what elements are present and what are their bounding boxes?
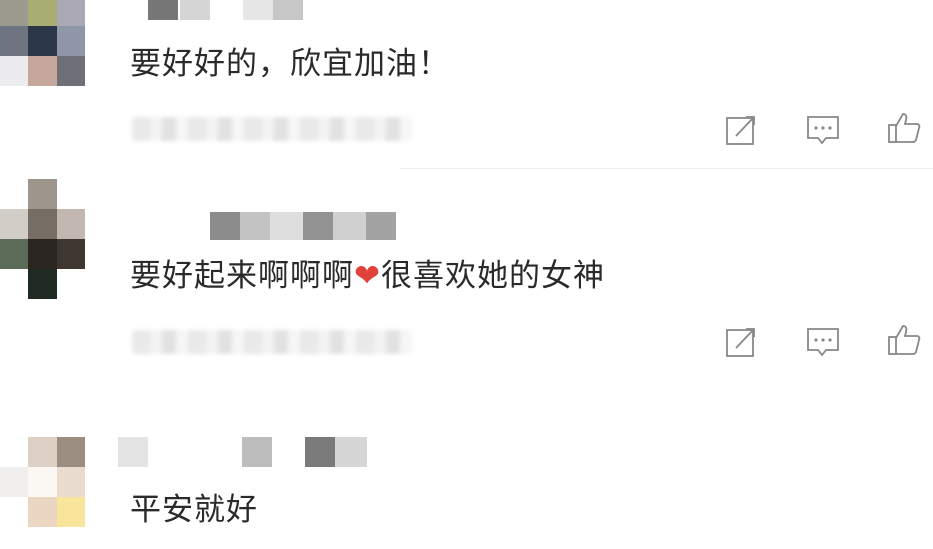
avatar[interactable] [0,437,85,527]
avatar[interactable] [0,179,85,299]
avatar[interactable] [0,0,85,86]
thumbs-up-icon[interactable] [887,322,923,358]
divider [400,168,933,169]
share-icon[interactable] [724,112,760,148]
comment-icon[interactable] [805,112,841,148]
heart-emoji: ❤ [354,258,381,294]
comment-text: 要好起来啊啊啊❤很喜欢她的女神 [130,250,605,295]
comment-text-part: 要好起来啊啊啊 [130,258,354,294]
comment-text: 平安就好 [130,492,258,528]
comment-text-part: 很喜欢她的女神 [380,258,605,294]
comment-icon[interactable] [805,324,841,360]
share-icon[interactable] [724,324,760,360]
comment-meta [132,117,412,141]
thumbs-up-icon[interactable] [887,110,923,146]
comment-text: 要好好的，欣宜加油！ [130,46,450,82]
comment-meta [132,330,412,354]
